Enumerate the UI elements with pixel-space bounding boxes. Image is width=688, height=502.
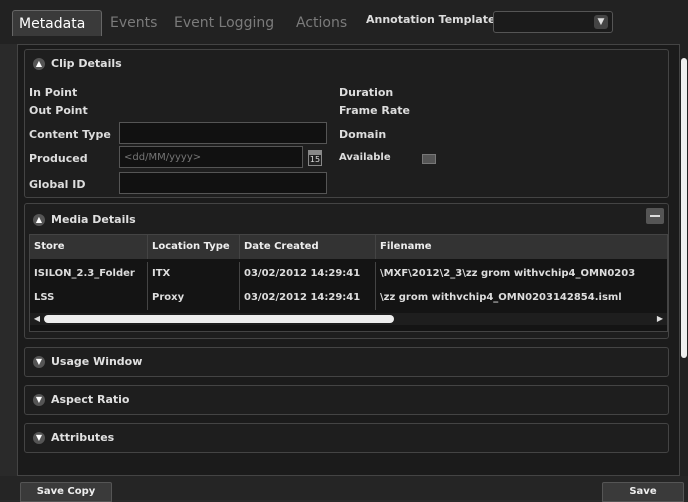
table-cell: ISILON_2.3_Folder: [30, 262, 148, 286]
table-cell: 03/02/2012 14:29:41: [240, 286, 376, 310]
scroll-right-icon[interactable]: ▶: [655, 314, 665, 324]
clip-details-title: Clip Details: [51, 57, 122, 70]
remove-button[interactable]: [646, 208, 664, 224]
usage-window-title: Usage Window: [51, 355, 143, 368]
aspect-ratio-section[interactable]: ▼ Aspect Ratio: [24, 385, 669, 415]
in-point-label: In Point: [29, 86, 78, 99]
column-header-store[interactable]: Store: [30, 235, 148, 259]
table-row[interactable]: ISILON_2.3_Folder ITX 03/02/2012 14:29:4…: [30, 262, 667, 286]
usage-window-section[interactable]: ▼ Usage Window: [24, 347, 669, 377]
calendar-icon[interactable]: 15: [308, 150, 322, 166]
table-row[interactable]: LSS Proxy 03/02/2012 14:29:41 \zz grom w…: [30, 286, 667, 310]
table-cell: \zz grom withvchip4_OMN0203142854.isml: [376, 286, 667, 310]
calendar-day: 15: [309, 155, 321, 164]
chevron-down-icon: ▼: [33, 432, 45, 444]
chevron-up-icon: ▲: [33, 214, 45, 226]
frame-rate-label: Frame Rate: [339, 104, 411, 117]
duration-label: Duration: [339, 86, 394, 99]
chevron-down-icon[interactable]: ▼: [594, 15, 608, 29]
table-cell: 03/02/2012 14:29:41: [240, 262, 376, 286]
attributes-section[interactable]: ▼ Attributes: [24, 423, 669, 453]
media-details-title: Media Details: [51, 213, 136, 226]
out-point-label: Out Point: [29, 104, 88, 117]
column-header-location-type[interactable]: Location Type: [148, 235, 240, 259]
available-checkbox[interactable]: [422, 154, 436, 164]
media-table: Store Location Type Date Created Filenam…: [29, 234, 668, 332]
annotation-template-label: Annotation Template: [366, 13, 496, 26]
table-cell: Proxy: [148, 286, 240, 310]
metadata-panel: ▲ Clip Details In Point Out Point Content…: [17, 44, 680, 476]
table-cell: \MXF\2012\2_3\zz grom withvchip4_OMN0203: [376, 262, 667, 286]
save-button[interactable]: Save: [602, 482, 684, 502]
content-type-label: Content Type: [29, 128, 111, 141]
attributes-title: Attributes: [51, 431, 115, 444]
tab-metadata[interactable]: Metadata: [12, 10, 102, 36]
chevron-down-icon: ▼: [33, 394, 45, 406]
table-cell: ITX: [148, 262, 240, 286]
produced-date-input[interactable]: [120, 147, 302, 167]
produced-label: Produced: [29, 152, 88, 165]
global-id-label: Global ID: [29, 178, 86, 191]
tab-actions[interactable]: Actions: [290, 10, 358, 36]
bottom-bar: Save Copy Save: [0, 476, 688, 502]
table-header-row: Store Location Type Date Created Filenam…: [30, 235, 667, 259]
scrollbar-thumb[interactable]: [681, 58, 687, 358]
attributes-header[interactable]: ▼ Attributes: [33, 430, 114, 446]
available-label: Available: [339, 152, 391, 163]
scroll-left-icon[interactable]: ◀: [32, 314, 42, 324]
global-id-field[interactable]: [119, 172, 327, 194]
usage-window-header[interactable]: ▼ Usage Window: [33, 354, 142, 370]
media-details-header[interactable]: ▲ Media Details: [33, 212, 136, 228]
aspect-ratio-header[interactable]: ▼ Aspect Ratio: [33, 392, 129, 408]
media-details-section: ▲ Media Details Store Location Type Date …: [24, 203, 669, 339]
domain-label: Domain: [339, 128, 387, 141]
chevron-up-icon: ▲: [33, 58, 45, 70]
tab-events[interactable]: Events: [104, 10, 166, 36]
produced-date-field[interactable]: [119, 146, 303, 168]
scrollbar-thumb[interactable]: [44, 315, 394, 323]
column-header-date-created[interactable]: Date Created: [240, 235, 376, 259]
chevron-down-icon: ▼: [33, 356, 45, 368]
aspect-ratio-title: Aspect Ratio: [51, 393, 130, 406]
save-copy-button[interactable]: Save Copy: [20, 482, 112, 502]
column-header-filename[interactable]: Filename: [376, 235, 667, 259]
clip-details-section: ▲ Clip Details In Point Out Point Content…: [24, 49, 669, 198]
vertical-scrollbar[interactable]: [680, 44, 688, 476]
tab-bar: Metadata Events Event Logging Actions An…: [0, 0, 688, 44]
tab-event-logging[interactable]: Event Logging: [168, 10, 288, 36]
clip-details-header[interactable]: ▲ Clip Details: [33, 56, 122, 72]
horizontal-scrollbar[interactable]: ◀ ▶: [30, 313, 667, 325]
table-cell: LSS: [30, 286, 148, 310]
annotation-template-select[interactable]: ▼: [493, 11, 613, 33]
content-type-field[interactable]: [119, 122, 327, 144]
